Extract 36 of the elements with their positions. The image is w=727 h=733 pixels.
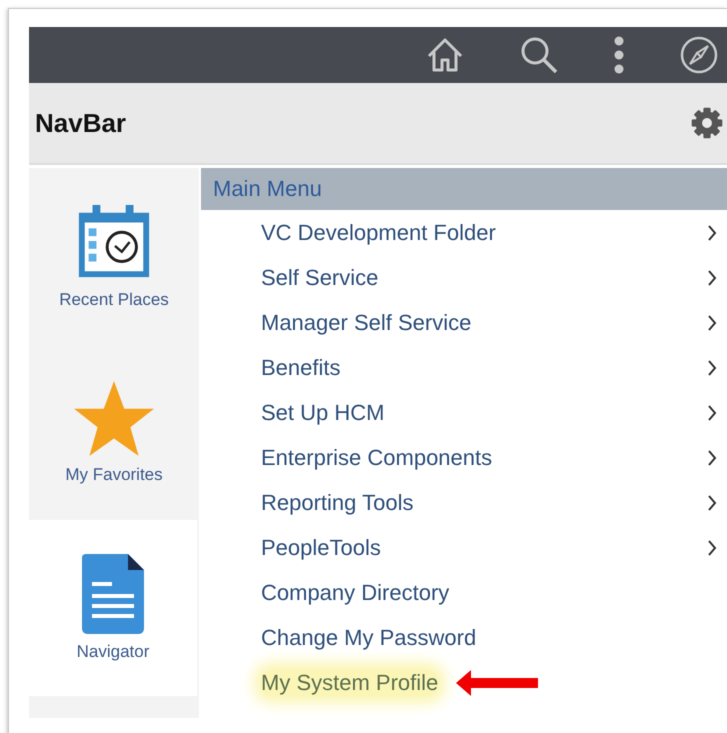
compass-icon[interactable] — [679, 35, 719, 75]
menu-item[interactable]: VC Development Folder — [201, 210, 727, 255]
menu-item-label: Reporting Tools — [261, 490, 414, 516]
menu-item[interactable]: Set Up HCM — [201, 390, 727, 435]
tile-label: Recent Places — [59, 290, 169, 310]
menu-item-label: Enterprise Components — [261, 444, 492, 470]
menu-item[interactable]: Benefits — [201, 345, 727, 390]
menu-item-label: Set Up HCM — [261, 400, 384, 426]
menu-item-label: Change My Password — [261, 624, 476, 650]
star-icon — [73, 379, 155, 457]
navbar-title: NavBar — [35, 108, 126, 138]
menu-item[interactable]: Self Service — [201, 255, 727, 300]
menu-item[interactable]: My System Profile — [201, 660, 727, 705]
menu-item-label: PeopleTools — [261, 534, 381, 560]
menu-item[interactable]: Reporting Tools — [201, 480, 727, 525]
menu-item[interactable]: Enterprise Components — [201, 435, 727, 480]
menu-item-label: Company Directory — [261, 580, 450, 606]
tile-label: My Favorites — [65, 465, 163, 485]
sidebar-tile[interactable]: Navigator — [29, 520, 197, 696]
menu-title: Main Menu — [213, 176, 322, 202]
menu-item[interactable]: PeopleTools — [201, 525, 727, 570]
document-icon — [82, 554, 144, 634]
menu-item-label: Manager Self Service — [261, 310, 472, 336]
menu-item-label: My System Profile — [261, 670, 438, 696]
sidebar-tile[interactable]: My Favorites — [29, 344, 199, 520]
menu-item[interactable]: Manager Self Service — [201, 300, 727, 345]
tile-label: Navigator — [76, 642, 150, 662]
settings-icon[interactable] — [689, 105, 725, 141]
menu-item[interactable]: Change My Password — [201, 615, 727, 660]
menu-item[interactable]: Company Directory — [201, 570, 727, 615]
sidebar-tile[interactable]: Recent Places — [29, 168, 199, 344]
more-icon[interactable] — [613, 35, 625, 75]
menu-item-label: Self Service — [261, 264, 378, 290]
menu-item-label: VC Development Folder — [261, 220, 496, 246]
menu-item-label: Benefits — [261, 354, 340, 380]
search-icon[interactable] — [519, 35, 559, 75]
